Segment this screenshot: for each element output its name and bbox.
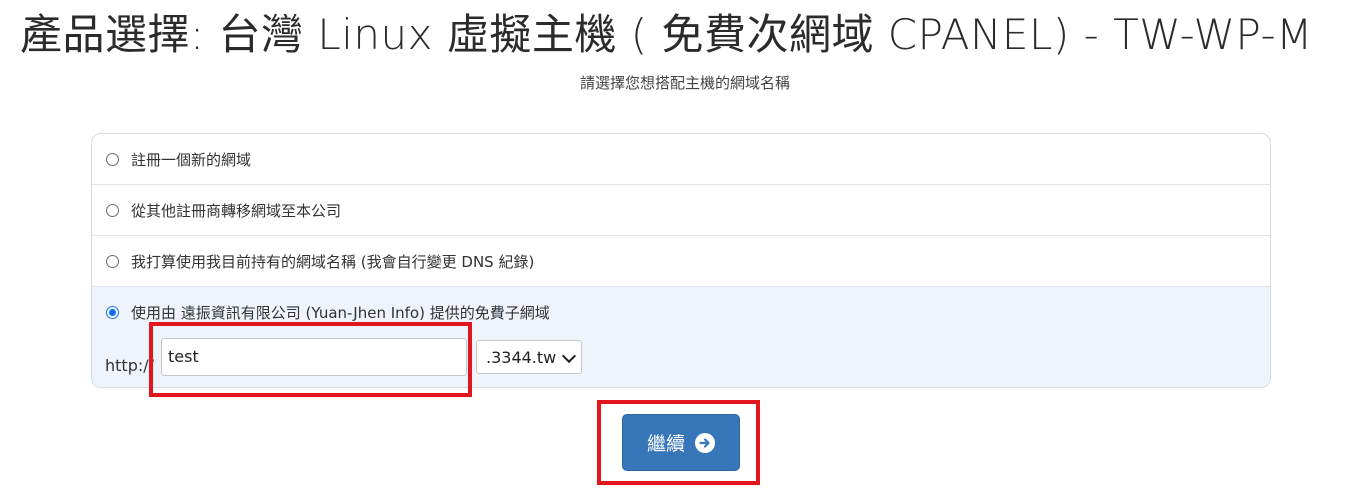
highlight-box-subdomain	[149, 322, 472, 397]
radio-register-domain[interactable]	[106, 152, 119, 166]
radio-own-domain[interactable]	[106, 254, 119, 268]
option-label: 從其他註冊商轉移網域至本公司	[131, 201, 342, 220]
page-title: 產品選擇: 台灣 Linux 虛擬主機 ( 免費次網域 CPANEL) - TW…	[20, 10, 1313, 59]
option-transfer-domain[interactable]: 從其他註冊商轉移網域至本公司	[92, 185, 1270, 236]
radio-transfer-domain[interactable]	[106, 203, 119, 217]
option-own-domain[interactable]: 我打算使用我目前持有的網域名稱 (我會自行變更 DNS 紀錄)	[92, 236, 1270, 287]
option-register-domain[interactable]: 註冊一個新的網域	[92, 134, 1270, 185]
tld-select[interactable]: .3344.tw	[476, 340, 582, 374]
url-prefix: http://	[105, 356, 155, 375]
highlight-box-continue	[597, 400, 760, 485]
option-label: 使用由 遠振資訊有限公司 (Yuan-Jhen Info) 提供的免費子網域	[131, 304, 550, 322]
radio-free-subdomain[interactable]	[106, 306, 119, 319]
option-label: 我打算使用我目前持有的網域名稱 (我會自行變更 DNS 紀錄)	[131, 252, 535, 271]
chevron-down-icon	[561, 348, 577, 364]
option-label: 註冊一個新的網域	[131, 150, 252, 169]
page-subtitle: 請選擇您想搭配主機的網域名稱	[579, 74, 790, 92]
tld-selected-value: .3344.tw	[486, 347, 557, 367]
